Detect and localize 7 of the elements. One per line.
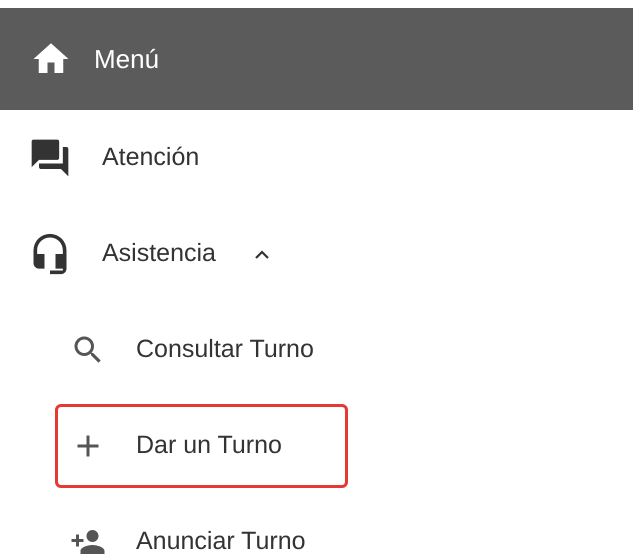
header-title: Menú xyxy=(94,42,160,76)
submenu-item[interactable]: Consultar Turno xyxy=(55,308,348,392)
caret-up-icon xyxy=(254,250,269,258)
menu-item[interactable]: Asistencia xyxy=(0,206,633,302)
menu-item[interactable]: Atención xyxy=(0,110,633,206)
submenu-item[interactable]: Dar un Turno xyxy=(55,404,348,488)
submenu-item[interactable]: Anunciar Turno xyxy=(55,500,348,560)
